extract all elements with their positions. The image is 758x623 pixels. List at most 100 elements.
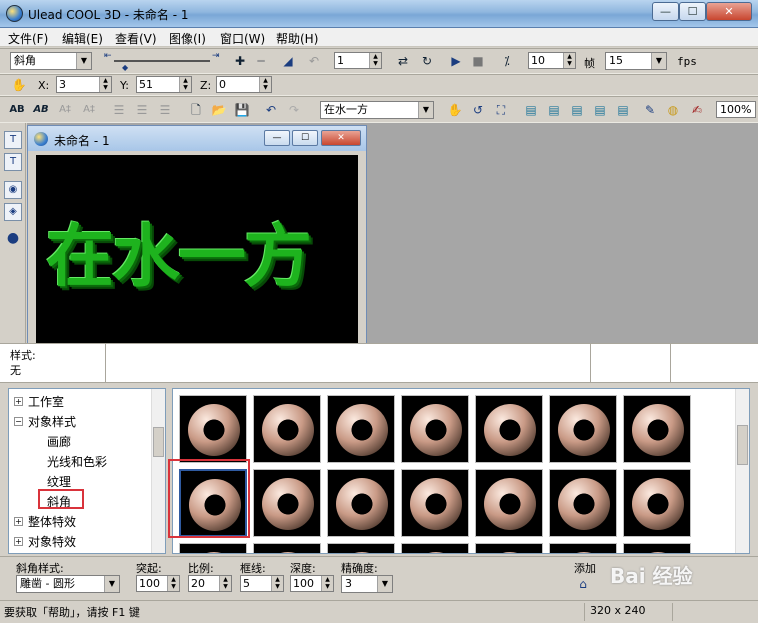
tree-item-object-style[interactable]: 对象样式 xyxy=(28,413,76,430)
gallery-thumb[interactable] xyxy=(623,395,691,463)
add-to-gallery-icon[interactable]: ⌂ xyxy=(574,575,592,593)
gallery-thumb[interactable] xyxy=(549,469,617,537)
x-input[interactable]: 3 ▲ ▼ xyxy=(56,76,112,93)
gallery-thumb[interactable] xyxy=(179,395,247,463)
expand-icon[interactable]: + xyxy=(14,517,23,526)
line-spacing-icon[interactable]: A‡ xyxy=(80,101,98,119)
play-icon[interactable]: ▶ xyxy=(447,52,465,70)
slider-thumb[interactable]: ◆ xyxy=(122,63,128,72)
spinner-icon[interactable]: ▲ ▼ xyxy=(259,77,271,92)
view-icon-3[interactable]: ▤ xyxy=(568,101,586,119)
frame-number-input[interactable]: 1 ▲ ▼ xyxy=(334,52,382,69)
spinner-icon[interactable]: ▲ ▼ xyxy=(99,77,111,92)
timeline-slider[interactable]: ◆ ⇤ ⇥ xyxy=(104,51,224,72)
gallery-thumb[interactable] xyxy=(549,543,617,553)
gallery-scroll-thumb[interactable] xyxy=(737,425,748,465)
spinner-icon[interactable]: ▲ ▼ xyxy=(321,576,333,591)
ping-pong-icon[interactable]: ↻ xyxy=(418,52,436,70)
render-canvas[interactable]: 在水一方 xyxy=(36,155,358,345)
keyframe-next-icon[interactable]: ⇥ xyxy=(212,51,220,61)
zoom-field[interactable]: 100% xyxy=(716,101,756,118)
frame-settings-icon[interactable]: ⁒ xyxy=(498,52,516,70)
view-icon-4[interactable]: ▤ xyxy=(591,101,609,119)
gallery-thumb[interactable] xyxy=(401,395,469,463)
tree-item-gallery[interactable]: 画廊 xyxy=(47,433,71,450)
gallery-thumb[interactable] xyxy=(401,543,469,553)
expand-icon[interactable]: + xyxy=(14,537,23,546)
redo-icon[interactable]: ↷ xyxy=(285,101,303,119)
text-bold-icon[interactable]: AB xyxy=(8,101,26,119)
edit-text-icon[interactable]: T xyxy=(4,153,22,171)
remove-keyframe-icon[interactable]: ━ xyxy=(252,52,270,70)
save-icon[interactable]: 💾 xyxy=(233,101,251,119)
undo-disabled-icon[interactable]: ↶ xyxy=(305,52,323,70)
tree-item-studio[interactable]: 工作室 xyxy=(28,393,64,410)
new-file-icon[interactable]: 🗋 xyxy=(187,101,205,119)
tree-scrollbar[interactable] xyxy=(151,389,165,553)
gallery-scrollbar[interactable] xyxy=(735,389,749,553)
gallery-thumb[interactable] xyxy=(327,469,395,537)
maximize-button[interactable]: ☐ xyxy=(679,2,706,21)
move-object-icon[interactable]: ✋ xyxy=(446,101,464,119)
insert-text-icon[interactable]: T xyxy=(4,131,22,149)
gallery-thumb[interactable] xyxy=(179,543,247,553)
add-keyframe-icon[interactable]: ✚ xyxy=(231,52,249,70)
undo-icon[interactable]: ↶ xyxy=(262,101,280,119)
align-left-icon[interactable]: ☰ xyxy=(110,101,128,119)
tree-item-texture[interactable]: 纹理 xyxy=(47,473,71,490)
document-maximize-button[interactable]: ☐ xyxy=(292,130,318,146)
collapse-icon[interactable]: − xyxy=(14,417,23,426)
tree-scroll-thumb[interactable] xyxy=(153,427,164,457)
spinner-icon[interactable]: ▲ ▼ xyxy=(179,77,191,92)
menu-edit[interactable]: 编辑(E) xyxy=(62,30,103,47)
y-input[interactable]: 51 ▲ ▼ xyxy=(136,76,192,93)
minimize-button[interactable]: — xyxy=(652,2,679,21)
menu-help[interactable]: 帮助(H) xyxy=(276,30,318,47)
open-folder-icon[interactable]: 📂 xyxy=(210,101,228,119)
gallery-thumb[interactable] xyxy=(623,543,691,553)
gallery-thumb[interactable] xyxy=(475,469,543,537)
gallery-thumb[interactable] xyxy=(253,469,321,537)
object-select[interactable]: 斜角 ▼ xyxy=(10,52,92,70)
menu-image[interactable]: 图像(I) xyxy=(169,30,206,47)
menu-file[interactable]: 文件(F) xyxy=(8,30,48,47)
gallery-thumb[interactable] xyxy=(623,469,691,537)
protrude-input[interactable]: 100 ▲ ▼ xyxy=(136,575,180,592)
loop-icon[interactable]: ⇄ xyxy=(394,52,412,70)
gallery-thumb[interactable] xyxy=(253,543,321,553)
text-spacing-icon[interactable]: A‡ xyxy=(56,101,74,119)
edit-graphic-icon[interactable]: ◈ xyxy=(4,203,22,221)
gallery-thumb[interactable] xyxy=(327,395,395,463)
align-right-icon[interactable]: ☰ xyxy=(156,101,174,119)
rotate-object-icon[interactable]: ↺ xyxy=(469,101,487,119)
close-button[interactable]: ✕ xyxy=(706,2,752,21)
z-input[interactable]: 0 ▲ ▼ xyxy=(216,76,272,93)
spinner-icon[interactable]: ▲ ▼ xyxy=(219,576,231,591)
tree-item-global-effects[interactable]: 整体特效 xyxy=(28,513,76,530)
document-minimize-button[interactable]: — xyxy=(264,130,290,146)
text-italic-icon[interactable]: AB xyxy=(32,101,50,119)
view-icon-1[interactable]: ▤ xyxy=(522,101,540,119)
gallery-thumb[interactable] xyxy=(401,469,469,537)
view-icon-2[interactable]: ▤ xyxy=(545,101,563,119)
tree-item-light-color[interactable]: 光线和色彩 xyxy=(47,453,107,470)
insert-graphic-icon[interactable]: ◉ xyxy=(4,181,22,199)
menu-window[interactable]: 窗口(W) xyxy=(220,30,265,47)
total-frames-input[interactable]: 10 ▲ ▼ xyxy=(528,52,576,69)
expand-icon[interactable]: + xyxy=(14,397,23,406)
keyframe-prev-icon[interactable]: ⇤ xyxy=(104,51,112,61)
stop-icon[interactable]: ■ xyxy=(469,52,487,70)
gallery-thumb[interactable] xyxy=(253,395,321,463)
ratio-input[interactable]: 20 ▲ ▼ xyxy=(188,575,232,592)
split-icon[interactable]: ◢ xyxy=(279,52,297,70)
document-close-button[interactable]: ✕ xyxy=(321,130,361,146)
paint-icon[interactable]: ✎ xyxy=(641,101,659,119)
globe-icon[interactable]: ◍ xyxy=(664,101,682,119)
spinner-icon[interactable]: ▲ ▼ xyxy=(563,53,575,68)
geometric-object-icon[interactable]: ● xyxy=(4,230,22,248)
bevel-style-select[interactable]: 雕凿 - 圆形 ▼ xyxy=(16,575,120,593)
spinner-icon[interactable]: ▲ ▼ xyxy=(271,576,283,591)
resize-object-icon[interactable]: ⛶ xyxy=(492,101,510,119)
menu-view[interactable]: 查看(V) xyxy=(115,30,157,47)
border-input[interactable]: 5 ▲ ▼ xyxy=(240,575,284,592)
